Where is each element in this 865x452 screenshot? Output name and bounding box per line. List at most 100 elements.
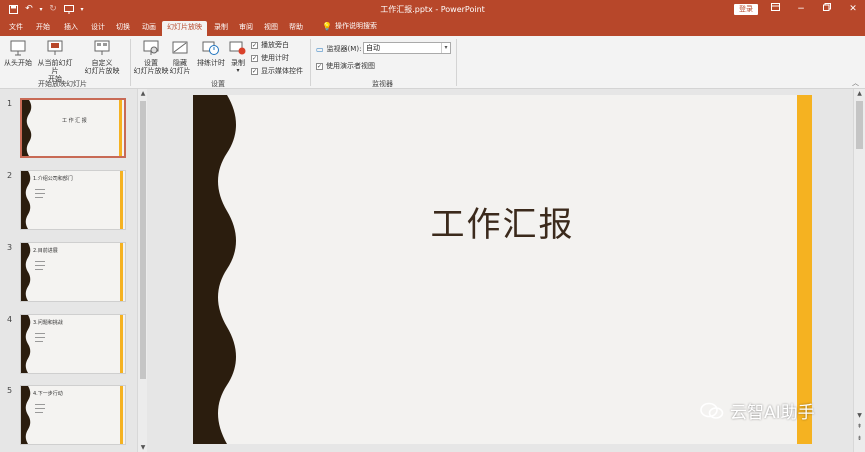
ribbon: 从头开始 从当前幻灯片 开始 自定义 幻灯片放映 开始放映幻灯片 设置 幻灯片放…	[0, 36, 865, 89]
tab-transitions[interactable]: 切换	[113, 21, 133, 36]
ribbon-tab-bar: 文件 开始 插入 设计 切换 动画 幻灯片放映 录制 审阅 视图 帮助	[0, 18, 865, 36]
presenter-view-checkbox[interactable]: ✓ 使用演示者视图	[316, 61, 375, 71]
tab-slide-show[interactable]: 幻灯片放映	[162, 21, 207, 36]
thumbnail-title: 3.问题和挑战	[33, 320, 63, 326]
hide-slide-button[interactable]: 隐藏 幻灯片	[168, 39, 192, 75]
slide-gold-bar	[797, 95, 812, 444]
collapse-ribbon-icon[interactable]: ︿	[852, 78, 859, 88]
title-bar: ↶ ▾ ↻ ▾ 工作汇报.pptx - PowerPoint 登录 − ✕	[0, 0, 865, 18]
tab-help[interactable]: 帮助	[286, 21, 306, 36]
custom-slide-show-button[interactable]: 自定义 幻灯片放映	[80, 39, 124, 75]
tab-home[interactable]: 开始	[33, 21, 53, 36]
group-divider	[456, 39, 457, 86]
slide-thumbnail[interactable]: 2.目前进展	[20, 242, 126, 302]
hide-label-2: 幻灯片	[169, 67, 191, 75]
previous-slide-icon[interactable]: ⇞	[854, 422, 865, 431]
monitor-label-row: ▭ 监视器(M):	[316, 44, 361, 54]
setup-slideshow-icon	[143, 40, 159, 55]
tell-me-search[interactable]: 💡 操作说明搜索	[322, 21, 377, 31]
checkmark-icon: ✓	[251, 67, 258, 75]
setup-label-1: 设置	[144, 59, 158, 67]
record-button[interactable]: 录制 ▾	[228, 39, 248, 75]
slide-thumbnail[interactable]: 工 作 汇 报	[20, 98, 126, 158]
tab-insert[interactable]: 插入	[61, 21, 81, 36]
scroll-down-icon[interactable]: ▼	[854, 411, 865, 420]
customize-toolbar-icon[interactable]: ▾	[78, 2, 86, 16]
undo-dropdown-icon[interactable]: ▾	[38, 2, 44, 16]
scroll-down-icon[interactable]: ▼	[138, 443, 148, 452]
play-narrations-checkbox[interactable]: ✓ 播放旁白	[251, 40, 289, 50]
slide-thumbnail[interactable]: 3.问题和挑战	[20, 314, 126, 374]
play-narrations-label: 播放旁白	[261, 41, 289, 49]
group-divider	[310, 39, 311, 86]
thumbnail-text-line	[35, 189, 45, 190]
minimize-icon[interactable]: −	[794, 2, 808, 16]
slideshow-start-icon	[10, 40, 26, 56]
monitors-group-label: 监视器	[372, 80, 393, 88]
thumbnail-scrollbar[interactable]: ▲ ▼	[137, 89, 147, 452]
ribbon-display-options-icon[interactable]	[768, 2, 782, 16]
set-up-slide-show-button[interactable]: 设置 幻灯片放映	[132, 39, 170, 75]
tell-me-label: 操作说明搜索	[334, 22, 377, 30]
checkmark-icon: ✓	[251, 41, 258, 49]
thumbnail-title: 2.目前进展	[33, 248, 58, 254]
save-icon[interactable]	[6, 2, 20, 16]
thumbnail-wave	[21, 171, 31, 229]
monitor-label: 监视器(M):	[326, 45, 362, 53]
use-timings-label: 使用计时	[261, 54, 289, 62]
slide-thumbnail[interactable]: 4.下一步行动	[20, 385, 126, 445]
tab-record[interactable]: 录制	[211, 21, 231, 36]
monitor-select[interactable]: 自动 ▾	[363, 42, 451, 54]
show-media-controls-checkbox[interactable]: ✓ 显示媒体控件	[251, 66, 303, 76]
thumbnail-number: 3	[7, 243, 13, 252]
slide-thumbnail[interactable]: 1.介绍公司和部门	[20, 170, 126, 230]
hide-slide-icon	[172, 41, 188, 54]
close-icon[interactable]: ✕	[846, 2, 860, 16]
custom-slideshow-icon	[94, 40, 110, 55]
wechat-icon	[700, 402, 724, 419]
scroll-up-icon[interactable]: ▲	[854, 89, 865, 98]
tab-file[interactable]: 文件	[6, 21, 26, 36]
scrollbar-thumb[interactable]	[856, 101, 863, 149]
from-beginning-button[interactable]: 从头开始	[4, 39, 32, 67]
scrollbar-thumb[interactable]	[140, 101, 146, 379]
presenter-view-label: 使用演示者视图	[326, 62, 375, 70]
scroll-up-icon[interactable]: ▲	[138, 89, 148, 98]
thumbnail-text-line	[35, 404, 45, 405]
thumbnail-number: 1	[7, 99, 13, 108]
thumbnail-text-line	[35, 408, 45, 409]
thumbnail-wave	[22, 100, 32, 156]
thumbnail-text-line	[35, 269, 43, 270]
thumbnail-text-line	[35, 193, 45, 194]
redo-icon[interactable]: ↻	[46, 2, 60, 16]
login-button[interactable]: 登录	[734, 4, 758, 15]
tab-view[interactable]: 视图	[261, 21, 281, 36]
thumbnail-text-line	[35, 412, 43, 413]
record-icon	[229, 41, 246, 55]
undo-icon[interactable]: ↶	[22, 2, 36, 16]
rehearse-label: 排练计时	[197, 59, 225, 67]
from-current-slide-button[interactable]: 从当前幻灯片 开始	[35, 39, 75, 83]
group-divider	[130, 39, 131, 86]
current-slide[interactable]: 工作汇报	[193, 95, 812, 444]
thumbnail-gold-bar	[120, 243, 123, 301]
tab-review[interactable]: 审阅	[236, 21, 256, 36]
thumbnail-text-line	[35, 197, 43, 198]
restore-icon[interactable]	[820, 2, 834, 16]
present-from-start-icon[interactable]	[62, 2, 76, 16]
rehearse-timings-button[interactable]: 排练计时	[196, 39, 226, 67]
monitor-value: 自动	[366, 44, 380, 52]
thumbnail-title: 4.下一步行动	[33, 391, 63, 397]
thumbnail-gold-bar	[119, 100, 122, 156]
thumbnail-gold-bar	[120, 315, 123, 373]
checkmark-icon: ✓	[251, 54, 258, 62]
from-beginning-label: 从头开始	[4, 59, 32, 67]
quick-access-toolbar: ↶ ▾ ↻ ▾	[6, 2, 86, 16]
use-timings-checkbox[interactable]: ✓ 使用计时	[251, 53, 289, 63]
show-media-controls-label: 显示媒体控件	[261, 67, 303, 75]
next-slide-icon[interactable]: ⇟	[854, 434, 865, 443]
slide-title[interactable]: 工作汇报	[193, 197, 812, 246]
editor-scrollbar[interactable]: ▲ ▼ ⇞ ⇟	[853, 89, 865, 452]
tab-animations[interactable]: 动画	[139, 21, 159, 36]
tab-design[interactable]: 设计	[88, 21, 108, 36]
